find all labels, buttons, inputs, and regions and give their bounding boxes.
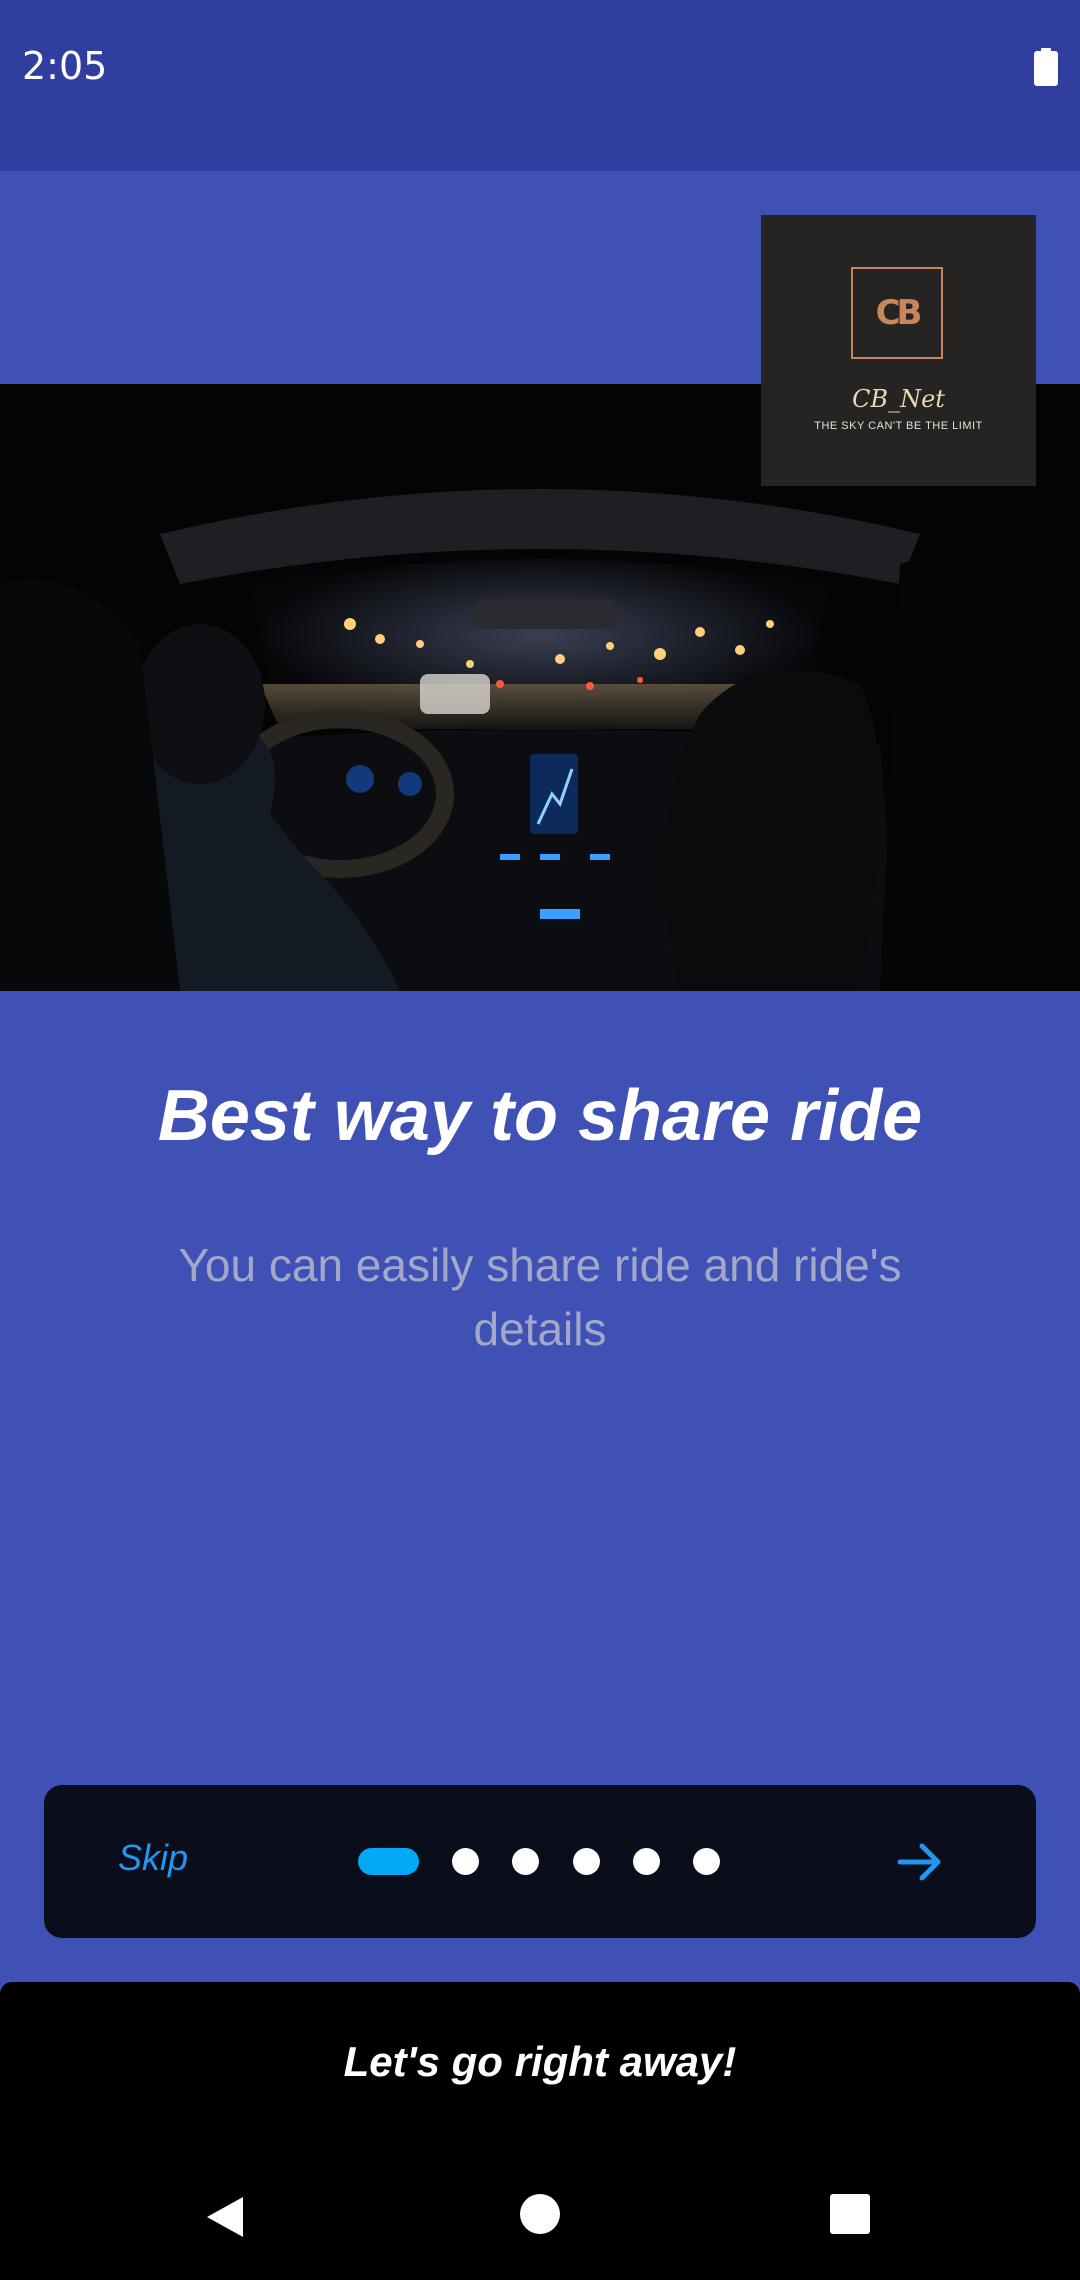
logo-name: CB_Net	[852, 385, 945, 413]
page-indicator-4[interactable]	[573, 1848, 600, 1875]
onboarding-title: Best way to share ride	[157, 1076, 923, 1156]
page-indicator-5[interactable]	[633, 1848, 660, 1875]
status-time: 2:05	[22, 44, 108, 88]
lets-go-label: Let's go right away!	[343, 2038, 737, 2085]
page-indicator-3[interactable]	[512, 1848, 539, 1875]
page-indicator-6[interactable]	[693, 1848, 720, 1875]
logo-mark: CB	[851, 267, 943, 359]
status-bar: 2:05	[0, 0, 1080, 171]
logo-tagline: THE SKY CAN'T BE THE LIMIT	[814, 420, 983, 432]
app-logo: CB CB_Net THE SKY CAN'T BE THE LIMIT	[761, 215, 1036, 486]
recents-square-icon[interactable]	[830, 2194, 870, 2234]
back-triangle-icon[interactable]	[205, 2195, 245, 2239]
page-indicator-1[interactable]	[358, 1848, 419, 1875]
system-nav-bar	[0, 2147, 1080, 2280]
battery-full-icon	[1034, 48, 1058, 86]
page-indicator-2[interactable]	[452, 1848, 479, 1875]
onboarding-pager: Skip	[44, 1785, 1036, 1938]
home-circle-icon[interactable]	[519, 2193, 561, 2235]
arrow-right-icon[interactable]	[896, 1837, 946, 1887]
skip-button[interactable]: Skip	[118, 1837, 188, 1879]
onboarding-subtitle: You can easily share ride and ride's det…	[178, 1239, 902, 1355]
lets-go-button[interactable]: Let's go right away!	[0, 1982, 1080, 2147]
